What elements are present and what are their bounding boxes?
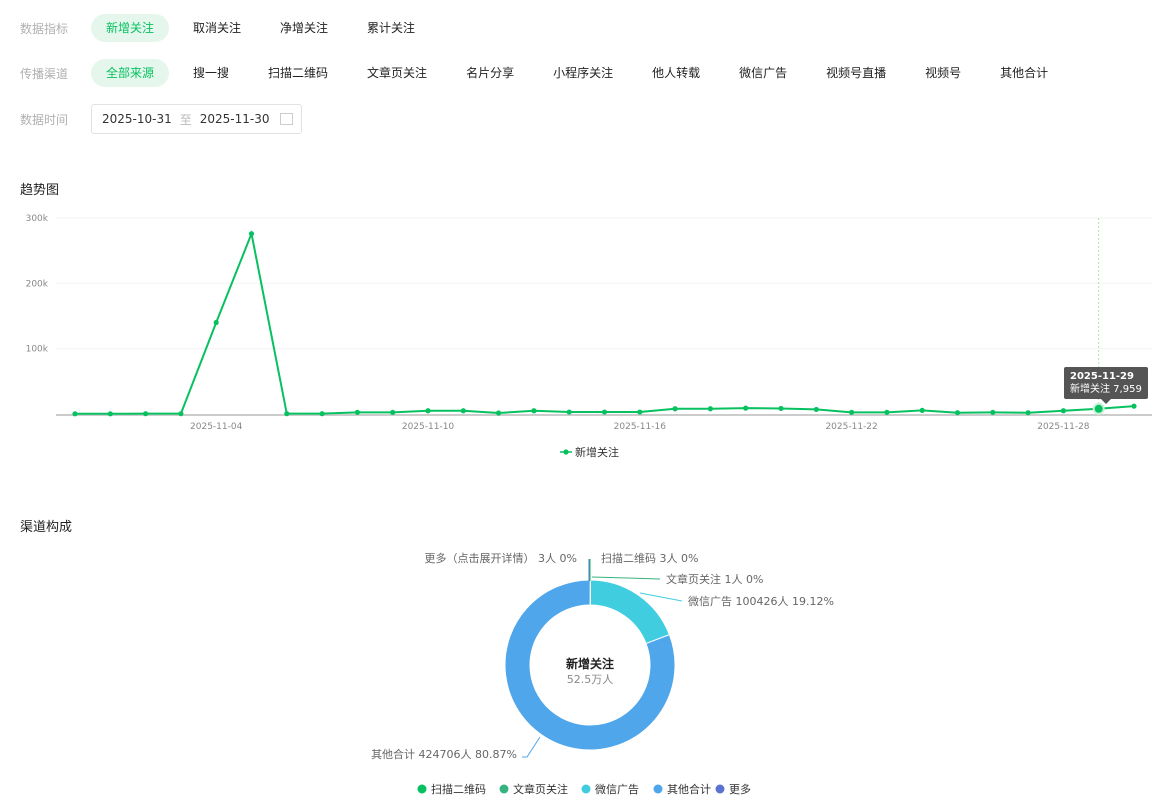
data-point <box>248 231 255 237</box>
data-point <box>143 411 149 417</box>
tooltip-date: 2025-11-29 <box>1070 371 1134 382</box>
data-point <box>1025 410 1031 416</box>
legend-marker <box>653 784 663 794</box>
donut-slice <box>589 579 671 645</box>
legend-label: 更多 <box>729 782 751 796</box>
data-point <box>425 408 431 414</box>
data-point <box>919 407 925 414</box>
data-point <box>707 406 714 412</box>
data-point <box>1060 408 1066 414</box>
donut-center-value: 52.5万人 <box>567 673 614 686</box>
slice-label: 扫描二维码 3人 0% <box>601 551 698 565</box>
data-point <box>990 409 996 415</box>
data-point <box>178 411 184 417</box>
data-point-active <box>1094 404 1103 413</box>
data-point <box>637 409 643 415</box>
data-point <box>849 409 855 415</box>
data-point <box>743 405 749 411</box>
slice-label: 更多（点击展开详情） 3人 0% <box>425 551 577 565</box>
legend-marker <box>563 449 569 455</box>
donut-center-title: 新增关注 <box>566 656 614 671</box>
data-point <box>884 409 890 415</box>
data-point <box>213 319 219 326</box>
x-tick-label: 2025-11-10 <box>402 422 455 432</box>
data-point <box>284 411 290 417</box>
y-tick-label: 200k <box>26 279 49 289</box>
data-point <box>354 409 360 415</box>
slice-label: 文章页关注 1人 0% <box>666 572 763 586</box>
x-tick-label: 2025-11-28 <box>1037 422 1090 432</box>
data-point <box>813 406 819 413</box>
legend-label: 微信广告 <box>595 782 639 796</box>
legend-marker <box>715 784 725 794</box>
legend-label: 扫描二维码 <box>431 782 486 796</box>
data-point <box>672 406 678 412</box>
slice-label: 微信广告 100426人 19.12% <box>688 594 834 608</box>
label-leader-line <box>639 592 683 602</box>
data-point <box>319 411 325 417</box>
y-tick-label: 300k <box>26 214 49 224</box>
data-point <box>566 409 572 415</box>
label-leader-line <box>591 576 661 580</box>
x-tick-label: 2025-11-16 <box>614 422 667 432</box>
chart-tooltip: 2025-11-29 新增关注 7,959 <box>1064 367 1148 404</box>
data-point <box>1131 403 1137 409</box>
legend-label: 文章页关注 <box>513 782 568 796</box>
data-point <box>601 409 608 415</box>
legend-label: 其他合计 <box>667 782 711 796</box>
slice-label: 其他合计 424706人 80.87% <box>371 747 517 761</box>
data-point <box>496 410 502 416</box>
data-point <box>460 408 466 414</box>
channel-donut-chart: 扫描二维码 3人 0% 文章页关注 1人 0% 微信广告 100426人 19.12… <box>371 551 834 796</box>
series-line <box>75 230 1135 415</box>
data-point <box>954 410 961 416</box>
trend-chart: 100k 200k 300k 2025-11-04 2025-11-10 2025-11-… <box>26 214 1152 459</box>
data-point <box>107 411 113 417</box>
x-tick-label: 2025-11-22 <box>825 422 877 432</box>
legend-label: 新增关注 <box>575 445 619 459</box>
tooltip-value: 新增关注 7,959 <box>1070 384 1142 395</box>
x-tick-label: 2025-11-04 <box>190 422 243 432</box>
y-tick-label: 100k <box>26 345 49 355</box>
data-point <box>72 411 78 417</box>
legend-marker <box>417 784 427 794</box>
data-point <box>390 409 396 415</box>
legend-marker <box>581 784 591 794</box>
data-point <box>531 408 537 414</box>
data-point <box>778 405 784 412</box>
legend-marker <box>499 784 509 794</box>
label-leader-line <box>522 736 541 758</box>
